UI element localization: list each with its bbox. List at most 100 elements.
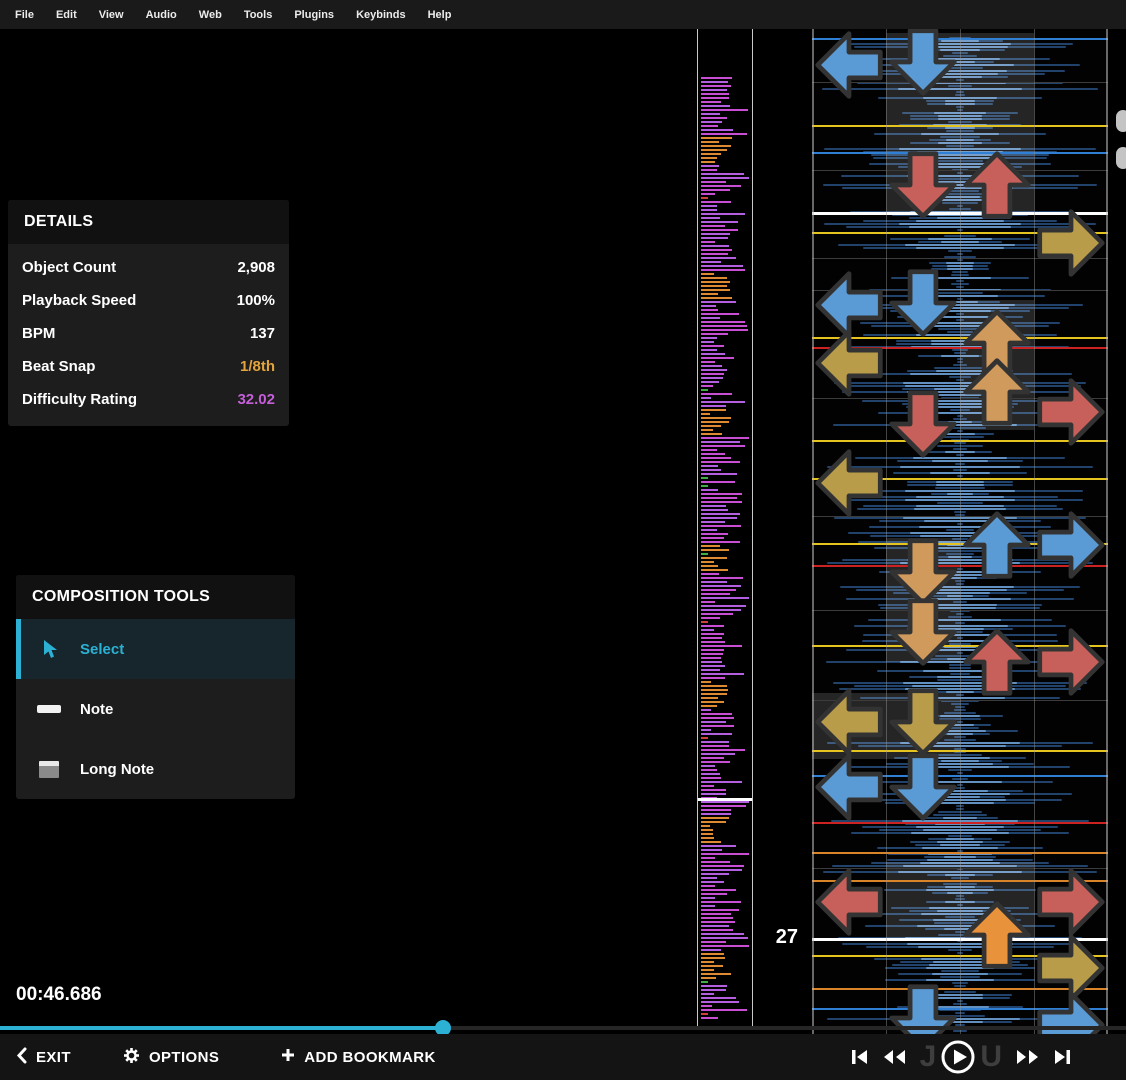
waveform-bar (701, 877, 718, 879)
note-arrow-down[interactable] (889, 538, 957, 606)
waveform-bar (701, 297, 732, 299)
waveform-bar (701, 313, 740, 315)
waveform-bar (701, 617, 721, 619)
waveform-bar (701, 253, 729, 255)
map-overview-waveform[interactable] (697, 29, 753, 1026)
waveform-bar (701, 629, 714, 631)
waveform-bar (701, 813, 732, 815)
detail-value: 137 (249, 325, 275, 342)
waveform-bar (701, 477, 708, 479)
waveform-bar (701, 337, 718, 339)
menu-keybinds[interactable]: Keybinds (345, 9, 417, 21)
waveform-bar (701, 933, 745, 935)
tool-note[interactable]: Note (16, 679, 295, 739)
waveform-bar (701, 565, 719, 567)
note-arrow-right[interactable] (1037, 209, 1105, 277)
waveform-bar (701, 413, 711, 415)
waveform-bar (701, 197, 708, 199)
note-arrow-left[interactable] (815, 753, 883, 821)
waveform-bar (701, 421, 729, 423)
menu-plugins[interactable]: Plugins (283, 9, 345, 21)
tool-long-note[interactable]: Long Note (16, 739, 295, 799)
note-arrow-up[interactable] (963, 901, 1031, 969)
note-arrow-right[interactable] (1037, 378, 1105, 446)
note-arrow-left[interactable] (815, 31, 883, 99)
exit-button[interactable]: EXIT (16, 1047, 71, 1068)
tool-select[interactable]: Select (16, 619, 295, 679)
composition-tools-panel: COMPOSITION TOOLS Select Note Long Note (16, 575, 295, 799)
waveform-bar (701, 361, 716, 363)
waveform-bar (701, 805, 746, 807)
skip-to-end-button[interactable] (1053, 1048, 1072, 1066)
waveform-bar (701, 913, 731, 915)
detail-label: Object Count (22, 259, 117, 276)
waveform-bar (701, 881, 724, 883)
options-button[interactable]: OPTIONS (123, 1047, 219, 1068)
note-arrow-right[interactable] (1037, 628, 1105, 696)
seek-bar[interactable] (0, 1020, 1126, 1036)
note-arrow-down[interactable] (889, 269, 957, 337)
menu-file[interactable]: File (4, 9, 45, 21)
menu-edit[interactable]: Edit (45, 9, 88, 21)
play-button[interactable] (940, 1039, 976, 1075)
waveform-bar (701, 573, 720, 575)
menu-tools[interactable]: Tools (233, 9, 284, 21)
waveform-bar (701, 541, 741, 543)
menu-view[interactable]: View (88, 9, 135, 21)
lane-divider (886, 29, 887, 1034)
playfield[interactable] (812, 29, 1108, 1034)
note-arrow-down[interactable] (889, 688, 957, 756)
waveform-bar (701, 173, 745, 175)
skip-to-start-button[interactable] (850, 1048, 869, 1066)
note-arrow-left[interactable] (815, 329, 883, 397)
details-rows: Object Count 2,908 Playback Speed 100% BPM 13… (8, 244, 289, 426)
menu-web[interactable]: Web (188, 9, 233, 21)
waveform-bar (701, 125, 719, 127)
waveform-bar (701, 945, 749, 947)
waveform-bar (701, 657, 722, 659)
waveform-bar (701, 777, 722, 779)
waveform-bar (701, 789, 726, 791)
waveform-bar (701, 165, 719, 167)
waveform-bar (701, 869, 742, 871)
note-arrow-up[interactable] (963, 151, 1031, 219)
waveform-bar (701, 105, 731, 107)
waveform-bar (701, 449, 717, 451)
note-arrow-right[interactable] (1037, 868, 1105, 936)
waveform-bar (701, 157, 717, 159)
waveform-bar (701, 641, 726, 643)
note-arrow-down[interactable] (889, 390, 957, 458)
menu-help[interactable]: Help (417, 9, 463, 21)
note-arrow-down[interactable] (889, 753, 957, 821)
waveform-bar (701, 209, 718, 211)
waveform-bar (701, 77, 732, 79)
waveform-bar (701, 277, 728, 279)
waveform-bar (701, 733, 733, 735)
add-bookmark-button[interactable]: ADD BOOKMARK (281, 1048, 435, 1066)
waveform-bar (701, 553, 708, 555)
waveform-bar (701, 529, 717, 531)
waveform-bar (701, 645, 743, 647)
note-arrow-up[interactable] (963, 511, 1031, 579)
waveform-bar (701, 109, 748, 111)
note-arrow-down[interactable] (889, 151, 957, 219)
waveform-bar (701, 721, 727, 723)
waveform-bar (701, 149, 727, 151)
note-arrow-up[interactable] (963, 628, 1031, 696)
note-arrow-left[interactable] (815, 868, 883, 936)
fast-forward-button[interactable] (1015, 1049, 1040, 1065)
note-arrow-up[interactable] (963, 358, 1031, 426)
measure-number-label: 27 (775, 926, 798, 948)
note-arrow-right[interactable] (1037, 511, 1105, 579)
note-arrow-left[interactable] (815, 449, 883, 517)
scroll-pill[interactable] (1116, 110, 1126, 132)
plus-icon (281, 1048, 295, 1066)
waveform-bar (701, 681, 711, 683)
note-arrow-down[interactable] (889, 598, 957, 666)
note-arrow-down[interactable] (889, 29, 957, 96)
scroll-pill[interactable] (1116, 147, 1126, 169)
rewind-button[interactable] (882, 1049, 907, 1065)
menu-audio[interactable]: Audio (135, 9, 188, 21)
waveform-bar (701, 709, 711, 711)
note-arrow-left[interactable] (815, 688, 883, 756)
